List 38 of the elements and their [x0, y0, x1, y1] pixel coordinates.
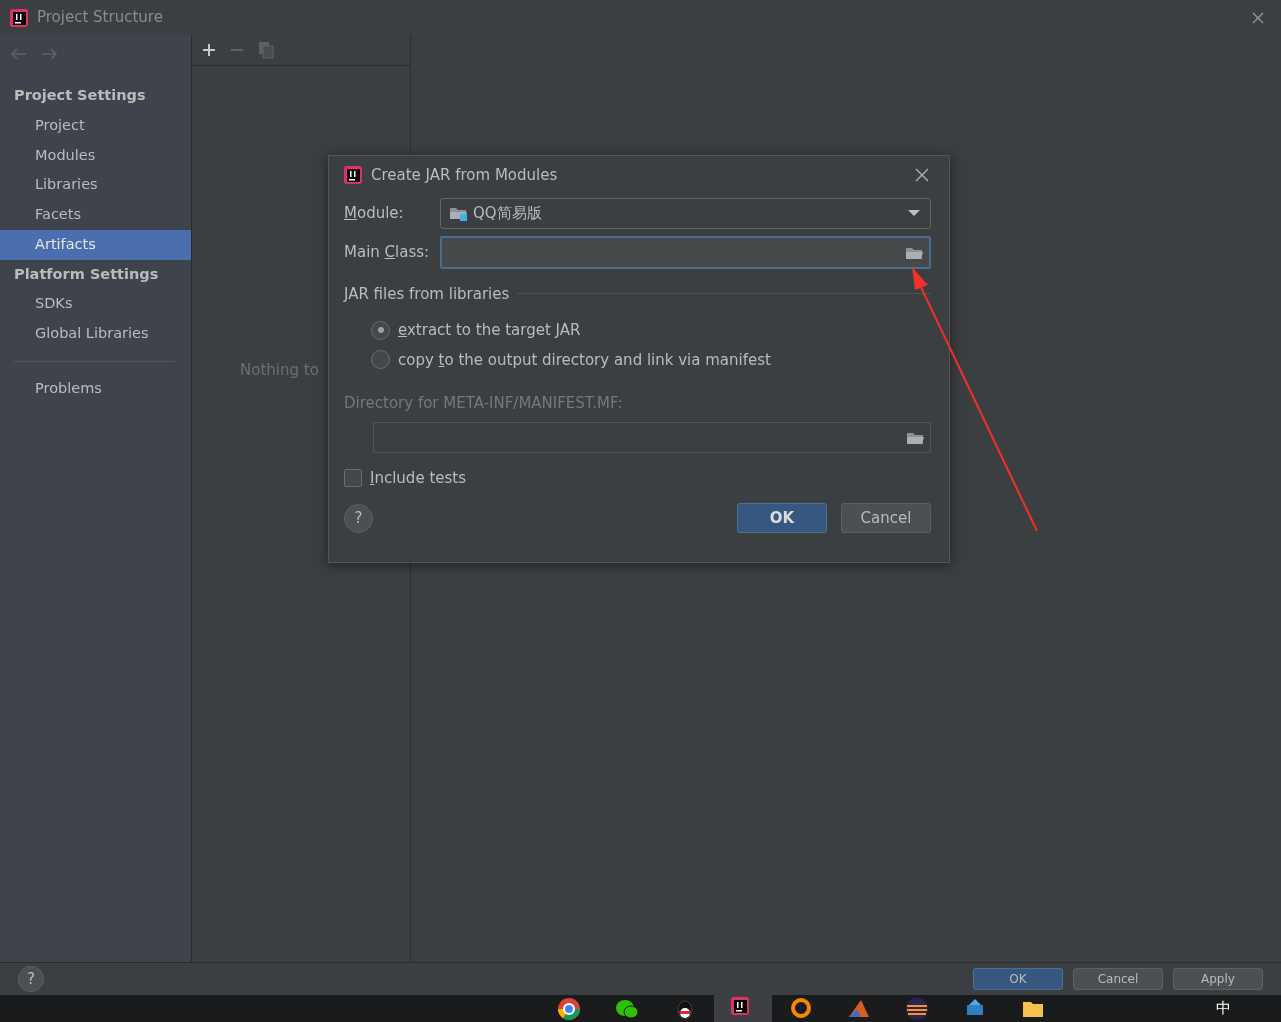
footer-button[interactable]: Apply	[1173, 968, 1263, 990]
include-tests-checkbox[interactable]: Include tests	[344, 466, 466, 489]
ring-icon[interactable]	[789, 996, 813, 1021]
section-heading: Platform Settings	[13, 264, 160, 284]
footer-button[interactable]: OK	[973, 968, 1063, 990]
footer-button[interactable]: Cancel	[1073, 968, 1163, 990]
radio-option[interactable]: copy to the output directory and link via manifest	[371, 348, 931, 371]
browser-icon[interactable]	[557, 996, 581, 1021]
sidebar-item[interactable]: Project	[0, 110, 191, 141]
window-title: Project Structure	[37, 7, 163, 29]
striped-globe-icon[interactable]	[905, 996, 929, 1021]
main-class-field[interactable]	[440, 235, 931, 269]
section-heading: Project Settings	[13, 86, 147, 105]
sidebar-item[interactable]: Problems	[0, 373, 191, 404]
dialog-button[interactable]: OK	[737, 503, 827, 533]
sidebar-item[interactable]: SDKs	[0, 289, 191, 319]
sidebar-item[interactable]: Facets	[0, 200, 191, 230]
section-label: JAR files from libraries	[344, 283, 510, 305]
field-label: Directory for META-INF/MANIFEST.MF:	[344, 393, 624, 414]
sidebar-item[interactable]: Global Libraries	[0, 319, 191, 349]
app-logo-icon	[344, 166, 362, 184]
sidebar-item[interactable]: Modules	[0, 140, 191, 171]
close-icon[interactable]	[1251, 10, 1265, 25]
sidebar-item[interactable]: Artifacts	[0, 229, 191, 260]
field-label: Module:	[344, 202, 405, 224]
close-button[interactable]	[913, 166, 931, 184]
dialog-button[interactable]: Cancel	[841, 503, 931, 533]
app-logo-icon	[10, 8, 28, 27]
field-label: Main Class:	[344, 241, 431, 263]
help-button[interactable]: ?	[18, 966, 44, 992]
sidebar-item[interactable]: Libraries	[0, 170, 191, 200]
input-method-indicator[interactable]: 中	[1216, 997, 1231, 1020]
help-button[interactable]: ?	[344, 503, 373, 533]
dialog-title: Create JAR from Modules	[371, 164, 558, 186]
add-icon[interactable]	[202, 43, 216, 57]
caret-icon	[908, 210, 920, 216]
module-dropdown[interactable]: QQ简易版	[440, 197, 931, 229]
radio-option[interactable]: extract to the target JAR	[371, 319, 931, 342]
